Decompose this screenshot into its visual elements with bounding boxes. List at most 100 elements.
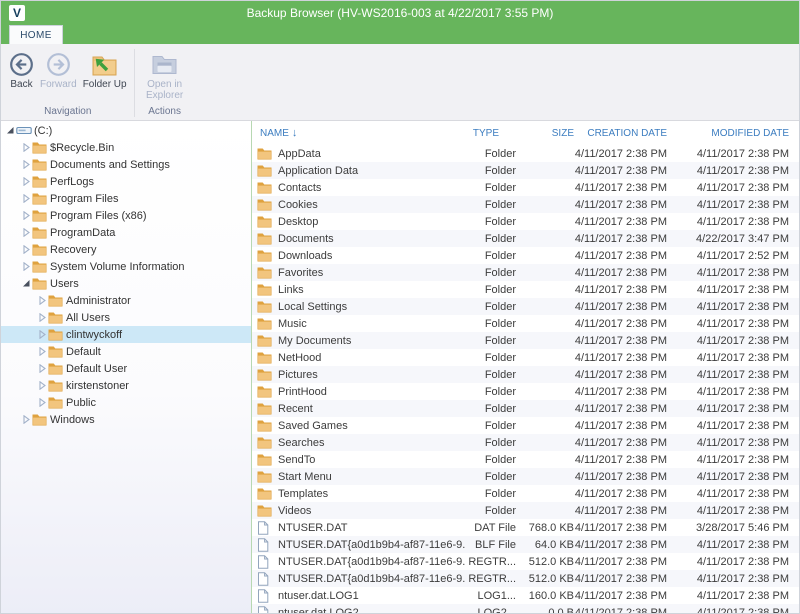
forward-label: Forward (40, 79, 77, 90)
tree-item-clintwyckoff[interactable]: clintwyckoff (1, 326, 251, 343)
tree-item-perflogs[interactable]: PerfLogs (1, 173, 251, 190)
chevron-collapsed-icon[interactable] (20, 177, 32, 186)
chevron-collapsed-icon[interactable] (20, 245, 32, 254)
file-modified: 4/11/2017 2:38 PM (667, 165, 789, 177)
file-row-music[interactable]: MusicFolder4/11/2017 2:38 PM4/11/2017 2:… (252, 315, 799, 332)
folder-icon (32, 226, 49, 239)
folder-icon (257, 385, 273, 398)
file-row-favorites[interactable]: FavoritesFolder4/11/2017 2:38 PM4/11/201… (252, 264, 799, 281)
file-created: 4/11/2017 2:38 PM (574, 437, 667, 449)
file-name: PrintHood (278, 386, 327, 398)
file-row-templates[interactable]: TemplatesFolder4/11/2017 2:38 PM4/11/201… (252, 485, 799, 502)
tree-item-program-files[interactable]: Program Files (1, 190, 251, 207)
file-modified: 4/11/2017 2:38 PM (667, 318, 789, 330)
chevron-expanded-icon[interactable] (4, 126, 16, 135)
chevron-collapsed-icon[interactable] (20, 194, 32, 203)
tree-item-users[interactable]: Users (1, 275, 251, 292)
file-row-sendto[interactable]: SendToFolder4/11/2017 2:38 PM4/11/2017 2… (252, 451, 799, 468)
file-row-ntuser-dat-log1[interactable]: ntuser.dat.LOG1LOG1...160.0 KB4/11/2017 … (252, 587, 799, 604)
file-row-nethood[interactable]: NetHoodFolder4/11/2017 2:38 PM4/11/2017 … (252, 349, 799, 366)
chevron-collapsed-icon[interactable] (36, 381, 48, 390)
file-row-recent[interactable]: RecentFolder4/11/2017 2:38 PM4/11/2017 2… (252, 400, 799, 417)
title-bar: V Backup Browser (HV-WS2016-003 at 4/22/… (1, 1, 799, 25)
column-header-modified-date[interactable]: MODIFIED DATE (667, 128, 789, 139)
file-row-ntuser-dat-a0d1b9b4-af87-11e6-9[interactable]: NTUSER.DAT{a0d1b9b4-af87-11e6-9...REGTR.… (252, 570, 799, 587)
chevron-collapsed-icon[interactable] (20, 228, 32, 237)
file-row-saved-games[interactable]: Saved GamesFolder4/11/2017 2:38 PM4/11/2… (252, 417, 799, 434)
tree-item-system-volume-information[interactable]: System Volume Information (1, 258, 251, 275)
file-name-cell: Pictures (252, 368, 465, 381)
file-row-appdata[interactable]: AppDataFolder4/11/2017 2:38 PM4/11/2017 … (252, 145, 799, 162)
chevron-collapsed-icon[interactable] (20, 160, 32, 169)
chevron-collapsed-icon[interactable] (36, 364, 48, 373)
file-row-ntuser-dat[interactable]: NTUSER.DATDAT File768.0 KB4/11/2017 2:38… (252, 519, 799, 536)
file-row-application-data[interactable]: Application DataFolder4/11/2017 2:38 PM4… (252, 162, 799, 179)
file-modified: 4/11/2017 2:38 PM (667, 590, 789, 602)
tree-item-default[interactable]: Default (1, 343, 251, 360)
chevron-expanded-icon[interactable] (20, 279, 32, 288)
tree-item-public[interactable]: Public (1, 394, 251, 411)
folder-up-button[interactable]: Folder Up (80, 48, 130, 91)
file-row-my-documents[interactable]: My DocumentsFolder4/11/2017 2:38 PM4/11/… (252, 332, 799, 349)
tree-item-recycle-bin[interactable]: $Recycle.Bin (1, 139, 251, 156)
file-size: 512.0 KB (516, 556, 574, 568)
folder-icon (257, 266, 273, 279)
file-row-ntuser-dat-log2[interactable]: ntuser.dat.LOG2LOG2...0.0 B4/11/2017 2:3… (252, 604, 799, 614)
file-created: 4/11/2017 2:38 PM (574, 573, 667, 585)
tree-item-kirstenstoner[interactable]: kirstenstoner (1, 377, 251, 394)
file-name: Documents (278, 233, 334, 245)
chevron-collapsed-icon[interactable] (36, 296, 48, 305)
ribbon-group-navigation: Back Forward Folder Up Navigation (3, 47, 133, 119)
file-row-printhood[interactable]: PrintHoodFolder4/11/2017 2:38 PM4/11/201… (252, 383, 799, 400)
file-row-local-settings[interactable]: Local SettingsFolder4/11/2017 2:38 PM4/1… (252, 298, 799, 315)
tree-item-administrator[interactable]: Administrator (1, 292, 251, 309)
chevron-collapsed-icon[interactable] (20, 211, 32, 220)
column-header-name[interactable]: NAME↓ (252, 127, 465, 139)
file-row-documents[interactable]: DocumentsFolder4/11/2017 2:38 PM4/22/201… (252, 230, 799, 247)
file-modified: 4/11/2017 2:38 PM (667, 182, 789, 194)
folder-icon (32, 413, 49, 426)
column-header-type[interactable]: TYPE (465, 128, 516, 139)
back-button[interactable]: Back (6, 48, 37, 91)
chevron-collapsed-icon[interactable] (20, 143, 32, 152)
file-row-links[interactable]: LinksFolder4/11/2017 2:38 PM4/11/2017 2:… (252, 281, 799, 298)
file-row-ntuser-dat-a0d1b9b4-af87-11e6-9[interactable]: NTUSER.DAT{a0d1b9b4-af87-11e6-9...REGTR.… (252, 553, 799, 570)
tree-item-program-files-x86[interactable]: Program Files (x86) (1, 207, 251, 224)
tree-item-programdata[interactable]: ProgramData (1, 224, 251, 241)
tab-home[interactable]: HOME (9, 25, 63, 44)
chevron-collapsed-icon[interactable] (36, 398, 48, 407)
tree-item-recovery[interactable]: Recovery (1, 241, 251, 258)
chevron-collapsed-icon[interactable] (20, 415, 32, 424)
folder-icon (257, 249, 273, 262)
file-name-cell: Favorites (252, 266, 465, 279)
chevron-collapsed-icon[interactable] (36, 313, 48, 322)
tree-item-default-user[interactable]: Default User (1, 360, 251, 377)
tree-item-documents-and-settings[interactable]: Documents and Settings (1, 156, 251, 173)
file-row-start-menu[interactable]: Start MenuFolder4/11/2017 2:38 PM4/11/20… (252, 468, 799, 485)
file-name-cell: Videos (252, 504, 465, 517)
file-name-cell: Recent (252, 402, 465, 415)
file-row-desktop[interactable]: DesktopFolder4/11/2017 2:38 PM4/11/2017 … (252, 213, 799, 230)
chevron-collapsed-icon[interactable] (36, 347, 48, 356)
folder-icon (257, 198, 273, 211)
tree-item-c[interactable]: (C:) (1, 122, 251, 139)
file-row-cookies[interactable]: CookiesFolder4/11/2017 2:38 PM4/11/2017 … (252, 196, 799, 213)
column-header-size[interactable]: SIZE (516, 128, 574, 139)
file-row-searches[interactable]: SearchesFolder4/11/2017 2:38 PM4/11/2017… (252, 434, 799, 451)
tree-item-all-users[interactable]: All Users (1, 309, 251, 326)
tree-item-label: (C:) (33, 125, 52, 137)
chevron-collapsed-icon[interactable] (36, 330, 48, 339)
file-row-contacts[interactable]: ContactsFolder4/11/2017 2:38 PM4/11/2017… (252, 179, 799, 196)
file-row-videos[interactable]: VideosFolder4/11/2017 2:38 PM4/11/2017 2… (252, 502, 799, 519)
file-name: NTUSER.DAT{a0d1b9b4-af87-11e6-9... (278, 573, 465, 585)
chevron-collapsed-icon[interactable] (20, 262, 32, 271)
file-row-downloads[interactable]: DownloadsFolder4/11/2017 2:38 PM4/11/201… (252, 247, 799, 264)
folder-icon (48, 294, 65, 307)
file-row-ntuser-dat-a0d1b9b4-af87-11e6-9[interactable]: NTUSER.DAT{a0d1b9b4-af87-11e6-9...BLF Fi… (252, 536, 799, 553)
column-header-creation-date[interactable]: CREATION DATE (574, 128, 667, 139)
file-row-pictures[interactable]: PicturesFolder4/11/2017 2:38 PM4/11/2017… (252, 366, 799, 383)
file-name-cell: ntuser.dat.LOG2 (252, 606, 465, 614)
file-size: 64.0 KB (516, 539, 574, 551)
tree-item-windows[interactable]: Windows (1, 411, 251, 428)
file-created: 4/11/2017 2:38 PM (574, 216, 667, 228)
